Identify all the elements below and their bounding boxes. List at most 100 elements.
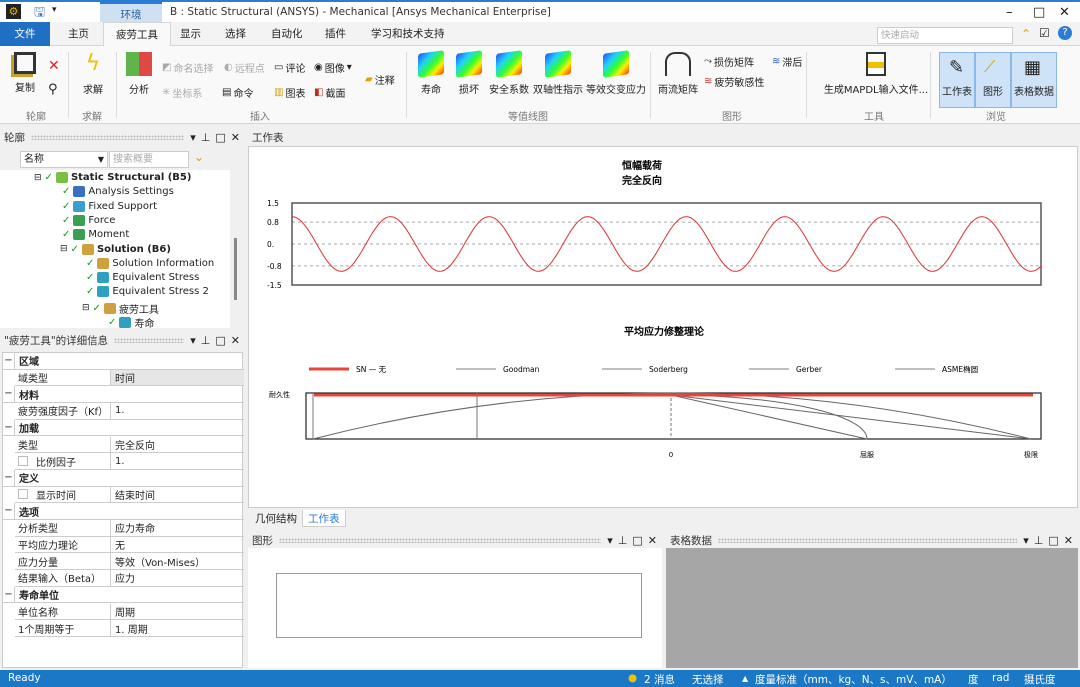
tree-node[interactable]: ✓ Moment <box>62 229 129 241</box>
pin-icon[interactable]: ⊥ <box>201 131 211 144</box>
tree-node[interactable]: ⊟ ✓ Solution (B6) <box>60 243 171 255</box>
search-icon[interactable]: ⚲ <box>48 82 58 97</box>
annotation-button[interactable]: ▰ 注释 <box>365 72 395 87</box>
checkbox[interactable] <box>18 456 28 467</box>
collapse-icon[interactable]: ⊟ <box>34 173 42 183</box>
pin-icon[interactable]: ⊥ <box>1034 534 1044 547</box>
messages-icon[interactable]: ● <box>628 672 637 684</box>
feedback-icon[interactable]: ☑ <box>1039 26 1050 40</box>
details-section[interactable]: − 加载 <box>3 419 244 437</box>
details-row[interactable]: 平均应力理论 无 <box>15 536 244 554</box>
property-value[interactable]: 无 <box>111 537 244 553</box>
panel-menu-icon[interactable]: ▾ <box>1023 534 1029 547</box>
tree-node[interactable]: ✓ Solution Information <box>86 257 214 269</box>
tree-node[interactable]: ✓ Analysis Settings <box>62 186 174 198</box>
collapse-icon[interactable]: ⊟ <box>60 244 68 254</box>
temperature-unit[interactable]: 摄氏度 <box>1024 672 1056 687</box>
details-section[interactable]: − 寿命单位 <box>3 586 244 604</box>
close-button[interactable]: ✕ <box>1059 5 1070 20</box>
tree-node[interactable]: ✓ 寿命 <box>108 315 154 330</box>
chart-button[interactable]: ▥ 图表 <box>274 85 305 100</box>
unit-system[interactable]: 度量标准（mm、kg、N、s、mV、mA） <box>755 672 952 687</box>
context-tab-environment[interactable]: 环境 <box>100 2 162 24</box>
collapse-icon[interactable]: − <box>3 503 15 519</box>
safety-factor-button[interactable]: 安全系数 <box>487 50 531 96</box>
details-section[interactable]: − 材料 <box>3 386 244 404</box>
graph-view-button[interactable]: ⟋ 图形 <box>975 52 1011 108</box>
equivalent-alternating-stress-button[interactable]: 等效交变应力 <box>585 50 647 96</box>
details-row[interactable]: 单位名称 周期 <box>15 603 244 621</box>
property-value[interactable]: 1. 周期 <box>111 620 244 636</box>
tab-plugins[interactable]: 插件 <box>313 22 358 46</box>
details-row[interactable]: 域类型 时间 <box>15 369 244 387</box>
details-row[interactable]: 显示时间 结束时间 <box>15 486 244 504</box>
details-row[interactable]: 疲劳强度因子（Kf） 1. <box>15 403 244 420</box>
messages-count[interactable]: 2 消息 <box>644 672 675 687</box>
details-section[interactable]: − 区域 <box>3 353 244 370</box>
coordinate-system-button[interactable]: ✳ 坐标系 <box>162 85 202 100</box>
property-value[interactable]: 1. <box>111 403 244 419</box>
collapse-icon[interactable]: − <box>3 353 15 369</box>
rotational-unit[interactable]: rad <box>992 672 1009 684</box>
details-row[interactable]: 结果输入（Beta） 应力 <box>15 570 244 587</box>
property-value[interactable]: 结束时间 <box>111 487 244 503</box>
tree-node[interactable]: ✓ Fixed Support <box>62 200 157 212</box>
rainflow-matrix-button[interactable]: 雨流矩阵 <box>656 52 700 96</box>
maximize-panel-icon[interactable]: □ <box>215 131 225 144</box>
details-row[interactable]: 应力分量 等效（Von-Mises） <box>15 553 244 571</box>
search-options-icon[interactable]: ⌄ <box>194 150 204 164</box>
collapse-icon[interactable]: − <box>3 469 15 486</box>
fatigue-sensitivity-button[interactable]: ≋ 疲劳敏感性 <box>704 74 764 89</box>
maximize-panel-icon[interactable]: □ <box>632 534 642 547</box>
tree-node[interactable]: ⊟ ✓ 疲劳工具 <box>82 301 159 316</box>
outline-filter-select[interactable]: 名称 ▼ <box>20 151 108 168</box>
tree-node[interactable]: ✓ Equivalent Stress 2 <box>86 286 209 298</box>
damage-button[interactable]: 损坏 <box>452 50 486 96</box>
details-section[interactable]: − 选项 <box>3 503 244 520</box>
maximize-panel-icon[interactable]: □ <box>1048 534 1058 547</box>
collapse-icon[interactable]: − <box>3 586 15 603</box>
qat-dropdown-icon[interactable]: ▾ <box>52 5 57 15</box>
tab-display[interactable]: 显示 <box>168 22 213 46</box>
details-row[interactable]: 比例因子 1. <box>15 453 244 470</box>
tab-fatigue-tool[interactable]: 疲劳工具 <box>103 22 171 47</box>
property-value[interactable]: 完全反向 <box>111 437 244 453</box>
close-panel-icon[interactable]: ✕ <box>648 534 657 547</box>
hysteresis-button[interactable]: ≋ 滞后 <box>772 54 802 69</box>
copy-button[interactable]: 复制 <box>8 52 42 94</box>
section-button[interactable]: ◧ 截面 <box>314 85 345 100</box>
property-value[interactable]: 等效（Von-Mises） <box>111 553 244 569</box>
image-button[interactable]: ◉ 图像 ▾ <box>314 60 352 75</box>
delete-icon[interactable]: ✕ <box>48 58 60 74</box>
panel-menu-icon[interactable]: ▾ <box>190 334 196 347</box>
quick-launch-input[interactable]: 快速启动 <box>877 27 1013 44</box>
details-row[interactable]: 类型 完全反向 <box>15 436 244 454</box>
solve-button[interactable]: ϟ 求解 <box>78 52 108 97</box>
maximize-panel-icon[interactable]: □ <box>215 334 225 347</box>
help-icon[interactable]: ? <box>1058 26 1072 40</box>
tab-selection[interactable]: 选择 <box>213 22 258 46</box>
life-button[interactable]: 寿命 <box>413 50 449 96</box>
tab-geometry[interactable]: 几何结构 <box>250 510 302 527</box>
tree-node[interactable]: ✓ Equivalent Stress <box>86 272 199 284</box>
tab-automation[interactable]: 自动化 <box>259 22 315 46</box>
collapse-icon[interactable]: − <box>3 386 15 403</box>
tab-file[interactable]: 文件 <box>0 22 50 46</box>
collapse-icon[interactable]: ⊟ <box>82 303 90 313</box>
worksheet-view-button[interactable]: ✎ 工作表 <box>939 52 975 108</box>
tree-node[interactable]: ⊟ ✓ Static Structural (B5) <box>34 172 191 183</box>
close-panel-icon[interactable]: ✕ <box>1064 534 1073 547</box>
tabular-data-view-button[interactable]: ▦ 表格数据 <box>1011 52 1057 108</box>
property-value[interactable]: 时间 <box>111 369 244 386</box>
comment-button[interactable]: ▭ 评论 <box>274 60 305 75</box>
panel-menu-icon[interactable]: ▾ <box>190 131 196 144</box>
outline-search-input[interactable]: 搜索概要 <box>109 151 189 168</box>
property-value[interactable]: 应力 <box>111 570 244 586</box>
property-value[interactable]: 周期 <box>111 604 244 620</box>
details-row[interactable]: 分析类型 应力寿命 <box>15 520 244 537</box>
minimize-button[interactable]: – <box>1006 5 1013 20</box>
damage-matrix-button[interactable]: ⤳ 损伤矩阵 <box>704 54 754 69</box>
property-value[interactable]: 应力寿命 <box>111 520 244 536</box>
command-button[interactable]: ▤ 命令 <box>222 85 253 100</box>
tab-learning[interactable]: 学习和技术支持 <box>359 22 457 46</box>
